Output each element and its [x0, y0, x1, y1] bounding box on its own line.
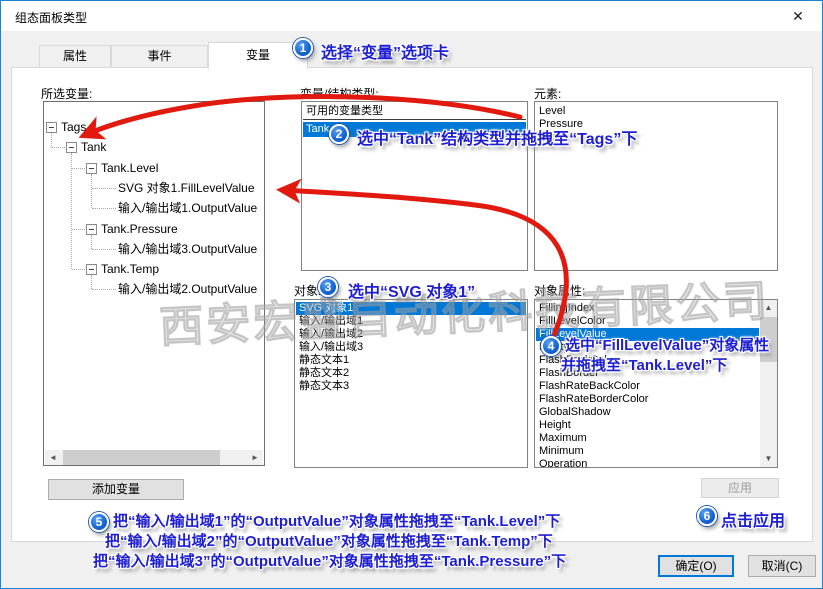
tree-connector	[72, 229, 85, 230]
type-list-label: 变量/结构类型:	[300, 85, 379, 102]
tree-connector	[71, 153, 72, 269]
tab-properties[interactable]: 属性	[39, 45, 111, 68]
collapse-icon[interactable]	[86, 224, 97, 235]
tree-item-label: Tank	[81, 140, 106, 155]
callout-2-badge: 2	[329, 124, 349, 144]
prop-list-item[interactable]: Height	[536, 419, 759, 432]
element-list-item[interactable]: Level	[536, 105, 776, 118]
tab-events[interactable]: 事件	[111, 45, 208, 68]
prop-list-item[interactable]: Operation	[536, 458, 759, 468]
tree-item-label: Tank.Temp	[101, 262, 159, 277]
tree-connector	[91, 174, 92, 208]
tree-connector	[92, 208, 116, 209]
title-bar: 组态面板类型 ✕	[1, 1, 822, 31]
tree-item-label: SVG 对象1.FillLevelValue	[118, 181, 255, 196]
tree-item-io1-outputvalue[interactable]: 输入/输出域1.OutputValue	[44, 201, 264, 216]
collapse-icon[interactable]	[46, 122, 57, 133]
callout-5-badge: 5	[89, 512, 109, 532]
dialog-window: 组态面板类型 ✕ 属性 事件 变量 所选变量: 变量/结构类型: 元素: 对象:…	[0, 0, 823, 589]
callout-1-text: 选择“变量”选项卡	[321, 39, 449, 63]
object-list-item[interactable]: 静态文本1	[296, 354, 526, 367]
callout-5-text-line1: 把“输入/输出域1”的“OutputValue”对象属性拖拽至“Tank.Lev…	[113, 510, 560, 531]
tree-connector	[52, 147, 65, 148]
object-list: SVG 对象1 输入/输出域1 输入/输出域2 输入/输出域3 静态文本1 静态…	[294, 299, 528, 468]
tree-item-tags[interactable]: Tags	[44, 120, 264, 135]
cancel-button[interactable]: 取消(C)	[748, 555, 816, 577]
callout-6-text: 点击应用	[721, 507, 785, 531]
callout-5-text-line3: 把“输入/输出域3”的“OutputValue”对象属性拖拽至“Tank.Pre…	[93, 550, 566, 571]
prop-list-item[interactable]: FlashRateBackColor	[536, 380, 759, 393]
prop-list-item[interactable]: FillingIndex	[536, 302, 759, 315]
tree-connector	[92, 249, 116, 250]
callout-3-badge: 3	[318, 277, 338, 297]
object-list-item[interactable]: 静态文本2	[296, 367, 526, 380]
callout-4-badge: 4	[541, 336, 561, 356]
callout-4-text-line1: 选中“FillLevelValue”对象属性	[565, 334, 769, 355]
tree-connector	[72, 168, 85, 169]
prop-list-item[interactable]: FillLevelColor	[536, 315, 759, 328]
prop-list: FillingIndex FillLevelColor FillLevelVal…	[534, 299, 778, 468]
tree-item-io3-outputvalue[interactable]: 输入/输出域3.OutputValue	[44, 242, 264, 257]
tree-item-tank[interactable]: Tank	[44, 140, 264, 155]
prop-list-scrollbar[interactable]: ▲ ▼	[760, 300, 777, 467]
callout-5-text-line2: 把“输入/输出域2”的“OutputValue”对象属性拖拽至“Tank.Tem…	[105, 530, 553, 551]
callout-6-badge: 6	[697, 506, 717, 526]
tree-connector	[72, 269, 85, 270]
callout-1-badge: 1	[293, 38, 313, 58]
scroll-down-icon[interactable]: ▼	[760, 451, 777, 467]
object-list-item[interactable]: SVG 对象1	[296, 302, 526, 315]
tree-connector	[51, 133, 52, 148]
prop-list-item[interactable]: Minimum	[536, 445, 759, 458]
prop-list-item[interactable]: GlobalShadow	[536, 406, 759, 419]
type-list-header: 可用的变量类型	[303, 104, 526, 120]
element-list-label: 元素:	[534, 85, 561, 102]
tree-item-label: Tags	[61, 120, 86, 135]
tree-item-io2-outputvalue[interactable]: 输入/输出域2.OutputValue	[44, 282, 264, 297]
collapse-icon[interactable]	[86, 163, 97, 174]
callout-3-text: 选中“SVG 对象1”	[348, 278, 475, 302]
prop-list-item[interactable]: Maximum	[536, 432, 759, 445]
tree-connector	[91, 275, 92, 289]
scroll-left-icon[interactable]: ◄	[45, 450, 61, 466]
tree-item-label: Tank.Level	[101, 161, 158, 176]
dialog-title: 组态面板类型	[15, 9, 87, 26]
callout-2-text: 选中“Tank”结构类型并拖拽至“Tags”下	[357, 125, 637, 149]
tree-connector	[92, 289, 116, 290]
scroll-right-icon[interactable]: ►	[247, 450, 263, 466]
scrollbar-thumb[interactable]	[63, 450, 220, 466]
selected-vars-tree: Tags Tank Tank.Level SVG 对象1.FillLevelVa…	[43, 101, 265, 466]
ok-button[interactable]: 确定(O)	[658, 555, 734, 577]
collapse-icon[interactable]	[66, 142, 77, 153]
tree-item-label: 输入/输出域3.OutputValue	[118, 242, 257, 257]
apply-button[interactable]: 应用	[701, 478, 779, 498]
callout-4-text-line2: 并拖拽至“Tank.Level”下	[561, 354, 727, 375]
prop-list-label: 对象属性:	[534, 282, 585, 299]
object-list-item[interactable]: 输入/输出域3	[296, 341, 526, 354]
collapse-icon[interactable]	[86, 264, 97, 275]
object-list-item[interactable]: 静态文本3	[296, 380, 526, 393]
scroll-up-icon[interactable]: ▲	[760, 300, 777, 316]
object-list-item[interactable]: 输入/输出域1	[296, 315, 526, 328]
tree-horizontal-scrollbar[interactable]: ◄ ►	[45, 450, 263, 466]
tree-connector	[92, 188, 116, 189]
tree-item-label: 输入/输出域2.OutputValue	[118, 282, 257, 297]
tree-connector	[91, 235, 92, 249]
tree-item-label: 输入/输出域1.OutputValue	[118, 201, 257, 216]
tree-item-label: Tank.Pressure	[101, 222, 178, 237]
object-list-item[interactable]: 输入/输出域2	[296, 328, 526, 341]
tree-item-svg-filllevelvalue[interactable]: SVG 对象1.FillLevelValue	[44, 181, 264, 196]
prop-list-item[interactable]: FlashRateBorderColor	[536, 393, 759, 406]
add-variable-button[interactable]: 添加变量	[48, 479, 184, 500]
close-icon[interactable]: ✕	[784, 5, 812, 27]
selected-vars-label: 所选变量:	[41, 85, 92, 102]
